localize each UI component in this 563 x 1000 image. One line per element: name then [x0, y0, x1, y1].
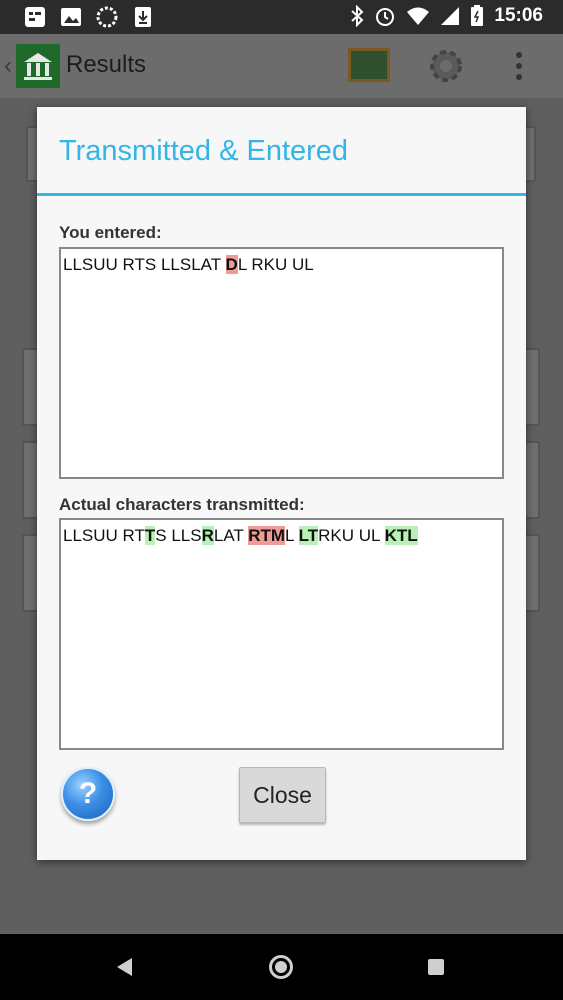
title-divider: [37, 193, 526, 196]
text-segment: LAT: [213, 526, 249, 545]
gear-icon[interactable]: [424, 44, 468, 88]
clock: 15:06: [494, 5, 543, 26]
text-segment: RKU UL: [318, 526, 385, 545]
circle-icon: [96, 6, 118, 28]
nav-home-icon[interactable]: [269, 955, 293, 979]
help-button[interactable]: ?: [61, 767, 115, 821]
correct-highlight: T: [144, 526, 156, 545]
text-segment: S LLS: [155, 526, 202, 545]
download-icon: [135, 7, 151, 27]
nav-recents-icon[interactable]: [428, 959, 444, 975]
signal-icon: [441, 7, 460, 25]
wifi-icon: [407, 7, 430, 25]
close-button[interactable]: Close: [239, 767, 326, 823]
app-logo-icon[interactable]: [16, 44, 60, 88]
status-bar-notifications: [24, 6, 154, 28]
overflow-menu-icon[interactable]: [516, 52, 524, 85]
correct-highlight: LT: [298, 526, 319, 545]
status-bar: 15:06: [0, 0, 563, 34]
page-title: Results: [66, 51, 147, 78]
image-icon: [61, 8, 81, 26]
dialog-title: Transmitted & Entered: [59, 135, 349, 167]
correct-highlight: KTL: [384, 526, 418, 545]
battery-icon: [471, 5, 484, 26]
text-segment: LLSUU RTS LLSLAT: [63, 255, 226, 274]
entered-text-box[interactable]: LLSUU RTS LLSLAT DL RKU UL: [59, 247, 504, 479]
notification-icon: [25, 7, 45, 27]
text-segment: LLSUU RT: [63, 526, 145, 545]
status-bar-system: 15:06: [350, 5, 543, 27]
app-bar: ‹ Results: [0, 34, 563, 98]
correct-highlight: R: [201, 526, 214, 545]
text-segment: L RKU UL: [237, 255, 314, 274]
results-dialog: Transmitted & Entered You entered: LLSUU…: [37, 107, 526, 860]
back-chevron-icon[interactable]: ‹: [4, 52, 12, 80]
error-highlight: RTM: [248, 526, 286, 545]
error-highlight: D: [225, 255, 238, 274]
alarm-icon: [376, 8, 395, 26]
nav-back-icon[interactable]: [117, 958, 132, 976]
chalkboard-icon[interactable]: [348, 48, 390, 82]
transmitted-text-box[interactable]: LLSUU RTTS LLSRLAT RTML LTRKU UL KTL: [59, 518, 504, 750]
entered-label: You entered:: [59, 223, 162, 242]
bluetooth-icon: [351, 5, 364, 27]
transmitted-label: Actual characters transmitted:: [59, 495, 305, 514]
navigation-bar: [0, 934, 563, 1000]
text-segment: L: [285, 526, 299, 545]
